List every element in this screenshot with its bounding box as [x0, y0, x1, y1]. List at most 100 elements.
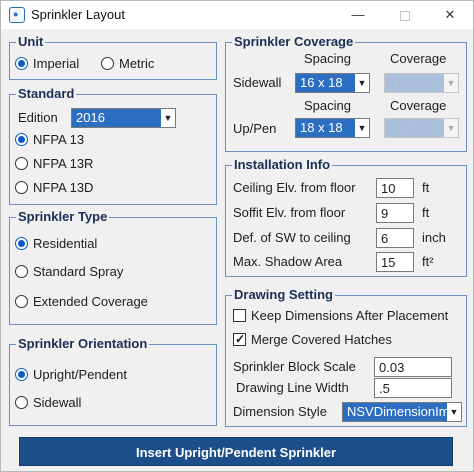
standard-group-title: Standard [16, 86, 77, 102]
uppen-spacing-select[interactable]: 18 x 18 ▼ [295, 118, 370, 138]
installation-info-group: Installation Info Ceiling Elv. from floo… [225, 157, 467, 277]
unit-metric-label: Metric [119, 56, 155, 71]
line-width-input[interactable]: .5 [374, 378, 452, 398]
keep-dimensions-label: Keep Dimensions After Placement [251, 308, 449, 323]
chevron-down-icon: ▼ [355, 74, 369, 92]
radio-empty-icon [15, 295, 28, 308]
radio-selected-icon [15, 57, 28, 70]
drawing-setting-group: Drawing Setting Keep Dimensions After Pl… [225, 287, 467, 427]
type-standard-spray-radio[interactable]: Standard Spray [15, 263, 145, 281]
radio-selected-icon [15, 133, 28, 146]
sidewall-spacing-value: 16 x 18 [296, 74, 356, 92]
line-width-label: Drawing Line Width [236, 380, 349, 395]
dimension-style-value: NSVDimensionImpe [343, 403, 447, 421]
sidewall-coverage-value: 16 x 18 [385, 74, 445, 92]
edition-value: 2016 [72, 109, 162, 127]
sidewall-coverage-select: 16 x 18 ▼ [384, 73, 459, 93]
radio-empty-icon [15, 181, 28, 194]
close-button[interactable]: ✕ [427, 1, 473, 29]
uppen-spacing-header: Spacing [304, 98, 351, 113]
radio-empty-icon [15, 396, 28, 409]
nfpa13r-label: NFPA 13R [33, 156, 94, 171]
uppen-coverage-header: Coverage [390, 98, 447, 113]
unit-metric-radio[interactable]: Metric [101, 55, 171, 73]
keep-dimensions-checkbox[interactable]: Keep Dimensions After Placement [233, 308, 461, 324]
maximize-icon [400, 10, 410, 21]
window-title: Sprinkler Layout [31, 7, 125, 22]
type-standard-spray-label: Standard Spray [33, 264, 124, 279]
sprinkler-orientation-group: Sprinkler Orientation Upright/Pendent Si… [9, 336, 217, 426]
sidewall-spacing-select[interactable]: 16 x 18 ▼ [295, 73, 370, 93]
chevron-down-icon: ▼ [447, 403, 461, 421]
block-scale-label: Sprinkler Block Scale [233, 359, 356, 374]
uppen-spacing-value: 18 x 18 [296, 119, 356, 137]
orientation-sidewall-label: Sidewall [33, 395, 82, 410]
sidewall-spacing-header: Spacing [304, 51, 351, 66]
dimension-style-label: Dimension Style [233, 404, 327, 419]
block-scale-input[interactable]: 0.03 [374, 357, 452, 377]
uppen-coverage-select: 18 x 18 ▼ [384, 118, 459, 138]
unit-imperial-label: Imperial [33, 56, 80, 71]
soffit-elevation-unit: ft [422, 205, 430, 220]
standard-group: Standard Edition 2016 ▼ NFPA 13 NFPA 13R… [9, 86, 217, 205]
chevron-down-icon: ▼ [161, 109, 175, 127]
max-shadow-area-unit: ft² [422, 254, 434, 269]
edition-select[interactable]: 2016 ▼ [71, 108, 176, 128]
dimension-style-select[interactable]: NSVDimensionImpe ▼ [342, 402, 462, 422]
type-extended-coverage-label: Extended Coverage [33, 294, 148, 309]
maximize-button [382, 1, 428, 29]
sprinkler-coverage-group: Sprinkler Coverage Spacing Coverage Side… [225, 34, 467, 152]
sprinkler-layout-window: ● Sprinkler Layout — ✕ Unit Imperial Met… [0, 0, 474, 472]
chevron-down-icon: ▼ [444, 119, 458, 137]
minimize-button[interactable]: — [335, 1, 381, 29]
unit-imperial-radio[interactable]: Imperial [15, 55, 95, 73]
sw-to-ceiling-unit: inch [422, 230, 446, 245]
sprinkler-coverage-group-title: Sprinkler Coverage [232, 34, 356, 50]
orientation-upright-pendent-label: Upright/Pendent [33, 367, 127, 382]
soffit-elevation-input[interactable]: 9 [376, 203, 414, 223]
installation-info-group-title: Installation Info [232, 157, 333, 173]
radio-empty-icon [15, 157, 28, 170]
nfpa13-radio[interactable]: NFPA 13 [15, 131, 105, 149]
type-extended-coverage-radio[interactable]: Extended Coverage [15, 293, 165, 311]
nfpa13d-label: NFPA 13D [33, 180, 94, 195]
title-bar: ● Sprinkler Layout — ✕ [1, 1, 473, 29]
type-residential-label: Residential [33, 236, 98, 251]
radio-selected-icon [15, 368, 28, 381]
max-shadow-area-label: Max. Shadow Area [233, 254, 343, 269]
sidewall-coverage-header: Coverage [390, 51, 447, 66]
app-icon: ● [9, 7, 25, 23]
max-shadow-area-input[interactable]: 15 [376, 252, 414, 272]
radio-empty-icon [15, 265, 28, 278]
unit-group-title: Unit [16, 34, 46, 50]
radio-selected-icon [15, 237, 28, 250]
unit-group: Unit Imperial Metric [9, 34, 217, 80]
drawing-setting-group-title: Drawing Setting [232, 287, 335, 303]
ceiling-elevation-unit: ft [422, 180, 430, 195]
soffit-elevation-label: Soffit Elv. from floor [233, 205, 346, 220]
radio-empty-icon [101, 57, 114, 70]
chevron-down-icon: ▼ [355, 119, 369, 137]
sidewall-label: Sidewall [233, 75, 282, 90]
nfpa13-label: NFPA 13 [33, 132, 85, 147]
orientation-upright-pendent-radio[interactable]: Upright/Pendent [15, 366, 145, 384]
merge-hatches-checkbox[interactable]: Merge Covered Hatches [233, 332, 433, 348]
edition-label: Edition [18, 110, 58, 125]
type-residential-radio[interactable]: Residential [15, 235, 135, 253]
merge-hatches-label: Merge Covered Hatches [251, 332, 392, 347]
nfpa13d-radio[interactable]: NFPA 13D [15, 179, 105, 197]
orientation-sidewall-radio[interactable]: Sidewall [15, 394, 115, 412]
sw-to-ceiling-input[interactable]: 6 [376, 228, 414, 248]
checkmark-icon [233, 332, 246, 346]
uppen-label: Up/Pen [233, 121, 277, 136]
nfpa13r-radio[interactable]: NFPA 13R [15, 155, 105, 173]
sw-to-ceiling-label: Def. of SW to ceiling [233, 230, 351, 245]
checkbox-empty-icon [233, 309, 246, 322]
sprinkler-type-group: Sprinkler Type Residential Standard Spra… [9, 209, 217, 325]
chevron-down-icon: ▼ [444, 74, 458, 92]
insert-sprinkler-button[interactable]: Insert Upright/Pendent Sprinkler [19, 437, 453, 466]
ceiling-elevation-input[interactable]: 10 [376, 178, 414, 198]
ceiling-elevation-label: Ceiling Elv. from floor [233, 180, 356, 195]
sprinkler-type-group-title: Sprinkler Type [16, 209, 110, 225]
uppen-coverage-value: 18 x 18 [385, 119, 445, 137]
